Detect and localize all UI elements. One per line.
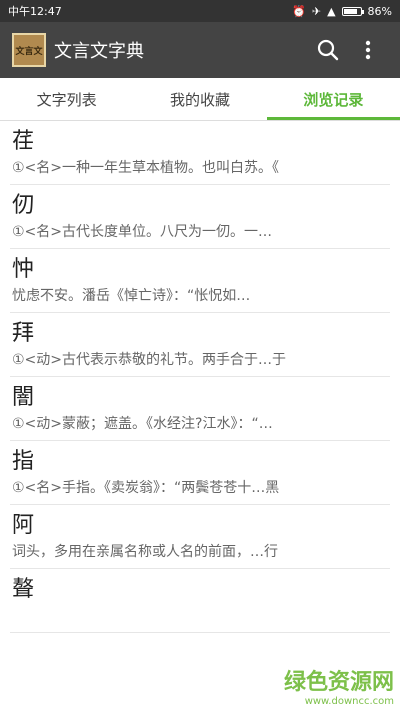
item-definition: ①<名>手指。《卖炭翁》：“两鬓苍苍十…黑 [12,480,280,496]
airplane-icon: ✈ [311,4,322,18]
item-char: 拜 [12,321,35,346]
search-icon [317,39,339,61]
item-char: 阿 [12,513,35,538]
signal-icon: ▲ [327,4,336,18]
list-item[interactable]: 指 ①<名>手指。《卖炭翁》：“两鬓苍苍十…黑 [10,441,390,505]
battery-percent: 86% [367,4,392,18]
more-vertical-icon [365,40,371,60]
tab-word-list[interactable]: 文字列表 [0,78,133,120]
app-logo-icon: 文言文 [12,33,46,67]
alarm-icon: ⏰ [292,4,306,18]
watermark: 绿色资源网 www.downcc.com [284,664,394,707]
list-item[interactable]: 荏 ①<名>一种一年生草本植物。也叫白苏。《 [10,121,390,185]
watermark-title: 绿色资源网 [283,670,394,695]
item-char: 指 [12,449,35,474]
list-item[interactable]: 忡 忧虑不安。潘岳《悼亡诗》：“怅怳如… [10,249,390,313]
battery-icon [341,6,364,16]
item-definition: 忧虑不安。潘岳《悼亡诗》：“怅怳如… [12,288,251,304]
item-definition: 词头，多用在亲属名称或人名的前面，…行 [12,544,278,560]
search-button[interactable] [308,30,348,70]
item-char: 闇 [12,385,35,410]
tab-history[interactable]: 浏览记录 [266,78,400,120]
item-char: 荏 [12,129,35,154]
item-definition: ①<动>蒙蔽；遮盖。《水经注?江水》：“… [12,416,273,432]
item-char: 忡 [12,257,35,282]
list-item[interactable]: 阿 词头，多用在亲属名称或人名的前面，…行 [10,505,390,569]
list-item[interactable]: 聱 [10,569,390,633]
status-icons: ⏰ ✈ ▲ 86% [292,5,392,18]
status-bar: 中午12:47 ⏰ ✈ ▲ 86% [0,0,400,22]
history-list: 荏 ①<名>一种一年生草本植物。也叫白苏。《 仞 ①<名>古代长度单位。八尺为一… [0,121,400,633]
tab-bar: 文字列表 我的收藏 浏览记录 [0,78,400,121]
item-definition: ①<名>一种一年生草本植物。也叫白苏。《 [12,160,280,176]
app-bar: 文言文 文言文字典 [0,22,400,78]
item-char: 仞 [12,193,35,218]
list-item[interactable]: 拜 ①<动>古代表示恭敬的礼节。两手合于…于 [10,313,390,377]
watermark-url: www.downcc.com [304,696,394,707]
item-definition: ①<动>古代表示恭敬的礼节。两手合于…于 [12,352,287,368]
item-char: 聱 [12,577,35,602]
list-item[interactable]: 闇 ①<动>蒙蔽；遮盖。《水经注?江水》：“… [10,377,390,441]
app-title: 文言文字典 [54,41,144,62]
item-definition: ①<名>古代长度单位。八尺为一仞。一… [12,224,273,240]
overflow-menu-button[interactable] [348,30,388,70]
tab-favorites[interactable]: 我的收藏 [133,78,266,120]
status-time: 中午12:47 [8,5,62,18]
list-item[interactable]: 仞 ①<名>古代长度单位。八尺为一仞。一… [10,185,390,249]
